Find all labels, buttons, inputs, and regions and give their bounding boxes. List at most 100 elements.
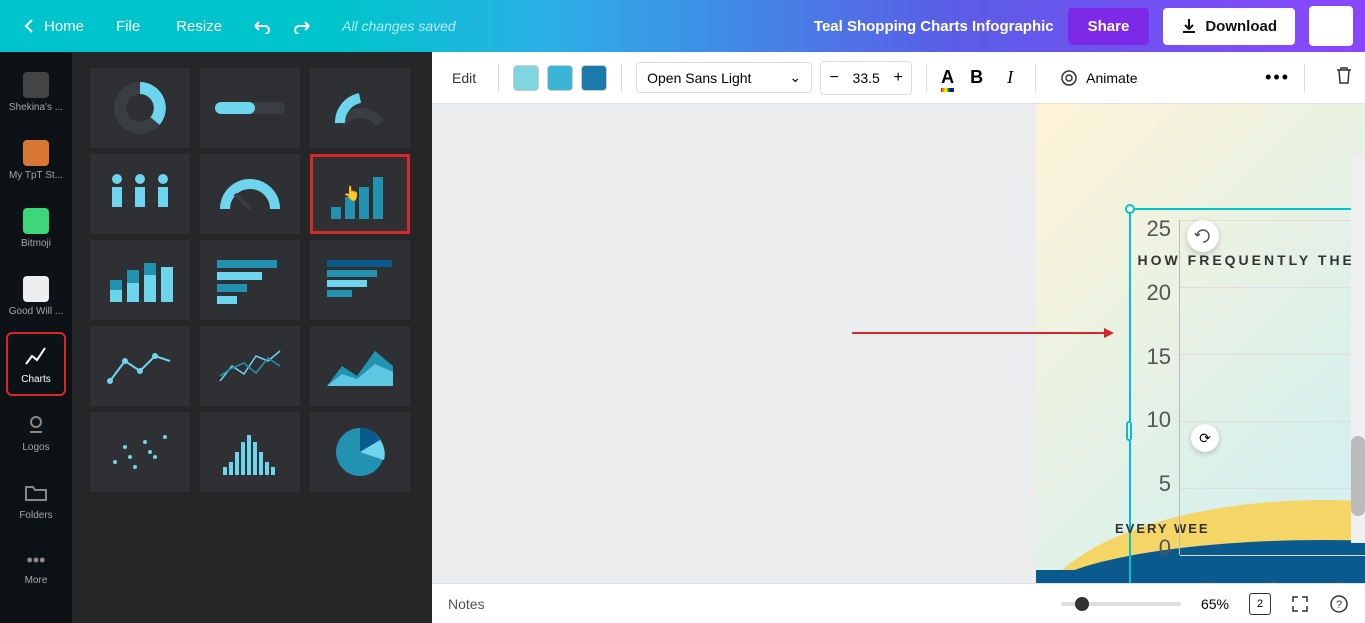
resize-handle[interactable] [1125, 204, 1135, 214]
download-button[interactable]: Download [1163, 8, 1295, 45]
dots-icon: ••• [1317, 15, 1344, 38]
undo-float-button[interactable] [1187, 220, 1219, 252]
cursor-icon: 👆 [343, 185, 360, 202]
bold-button[interactable]: B [962, 63, 991, 92]
hbar2-icon [325, 255, 395, 305]
histogram-icon [215, 427, 285, 477]
chart-template-gauge[interactable] [200, 154, 300, 234]
help-icon[interactable]: ? [1329, 594, 1349, 614]
scrollbar[interactable] [1351, 156, 1365, 543]
donut-icon [110, 78, 170, 138]
stacked-bar-icon [105, 255, 175, 305]
multiline-icon [215, 341, 285, 391]
font-size-group: − + [820, 61, 912, 95]
chart-template-hbar[interactable] [200, 240, 300, 320]
chart-template-people[interactable] [90, 154, 190, 234]
x-labels: Item 1Item 2Item 3Item 4Item 5 [1179, 577, 1365, 583]
more-button[interactable]: ••• [1309, 6, 1353, 46]
document-title[interactable]: Teal Shopping Charts Infographic [814, 18, 1054, 35]
folder-icon [23, 72, 49, 98]
zoom-slider[interactable] [1061, 602, 1181, 606]
elements-panel: 👆 ◀ [72, 52, 432, 623]
logos-icon [23, 412, 49, 438]
y-tick: 5 [1159, 471, 1171, 497]
folder-icon [23, 140, 49, 166]
rail-label: Logos [22, 442, 49, 453]
chart-template-progress[interactable] [200, 68, 300, 148]
animate-icon [1060, 69, 1078, 87]
redo-button[interactable] [292, 15, 314, 37]
line-icon [105, 341, 175, 391]
chart-template-donut[interactable] [90, 68, 190, 148]
rail-item-bitmoji[interactable]: Bitmoji [6, 196, 66, 260]
scroll-thumb[interactable] [1351, 436, 1365, 516]
edit-button[interactable]: Edit [444, 64, 484, 92]
canvas-area[interactable]: HOW FREQUENTLY THEY GO SHOPPING EVERY WE… [432, 104, 1365, 583]
chart-template-scatter[interactable] [90, 412, 190, 492]
rail-item-goodwill[interactable]: Good Will ... [6, 264, 66, 328]
animate-button[interactable]: Animate [1050, 63, 1147, 93]
zoom-thumb[interactable] [1075, 597, 1089, 611]
color-swatch-1[interactable] [513, 65, 539, 91]
chevron-left-icon [22, 18, 38, 34]
size-decrease[interactable]: − [821, 62, 847, 94]
rail-item-folders[interactable]: Folders [6, 468, 66, 532]
color-swatch-3[interactable] [581, 65, 607, 91]
delete-button[interactable] [1335, 65, 1353, 90]
chart-body [1179, 220, 1365, 555]
notes-button[interactable]: Notes [448, 596, 485, 612]
chart-template-hbar2[interactable] [310, 240, 410, 320]
file-menu[interactable]: File [102, 12, 154, 41]
download-icon [1181, 18, 1197, 34]
main-area: Edit Open Sans Light ⌄ − + A B I Animate [432, 52, 1365, 623]
rail-item-tpt[interactable]: My TpT St... [6, 128, 66, 192]
selection-box[interactable]: HOW FREQUENTLY THEY GO SHOPPING EVERY WE… [1129, 208, 1365, 583]
arc-icon [330, 88, 390, 128]
resize-menu[interactable]: Resize [162, 12, 236, 41]
save-status: All changes saved [342, 18, 456, 34]
footer-right: 65% 2 ? [1061, 593, 1349, 615]
chart-template-histogram[interactable] [200, 412, 300, 492]
rail-label: My TpT St... [9, 170, 63, 181]
zoom-label[interactable]: 65% [1201, 596, 1229, 612]
scatter-icon [105, 427, 175, 477]
size-increase[interactable]: + [885, 62, 911, 94]
chart-template-area[interactable] [310, 326, 410, 406]
chart-template-line[interactable] [90, 326, 190, 406]
sync-button[interactable]: ⟳ [1191, 424, 1219, 452]
rail-item-charts[interactable]: Charts [6, 332, 66, 396]
share-button[interactable]: Share [1068, 8, 1150, 45]
trash-icon [1335, 65, 1353, 85]
context-toolbar: Edit Open Sans Light ⌄ − + A B I Animate [432, 52, 1365, 104]
chart-template-arc[interactable] [310, 68, 410, 148]
footer: Notes 65% 2 ? [432, 583, 1365, 623]
chart-template-multiline[interactable] [200, 326, 300, 406]
chart-template-stacked-bar[interactable] [90, 240, 190, 320]
rail-item-logos[interactable]: Logos [6, 400, 66, 464]
dots-icon: ••• [27, 550, 46, 571]
rail-label: Shekina's ... [9, 102, 63, 113]
text-color-button[interactable]: A [941, 67, 954, 88]
chart-template-bar[interactable]: 👆 [310, 154, 410, 234]
rail-label: Charts [21, 374, 50, 385]
font-size-input[interactable] [847, 70, 885, 86]
separator [1035, 64, 1036, 92]
undo-button[interactable] [250, 15, 272, 37]
y-axis: 25 20 15 10 5 0 [1141, 216, 1171, 561]
fullscreen-icon[interactable] [1291, 595, 1309, 613]
page-indicator[interactable]: 2 [1249, 593, 1271, 615]
italic-button[interactable]: I [999, 63, 1021, 92]
rail-item-shekinas[interactable]: Shekina's ... [6, 60, 66, 124]
chevron-down-icon: ⌄ [789, 69, 801, 86]
pie-icon [333, 425, 388, 480]
font-select[interactable]: Open Sans Light ⌄ [636, 62, 812, 93]
charts-icon [23, 344, 49, 370]
home-link[interactable]: Home [12, 12, 94, 41]
hbar-icon [215, 255, 285, 305]
resize-handle[interactable] [1126, 421, 1132, 441]
toolbar-more[interactable]: ••• [1265, 67, 1290, 88]
body: Shekina's ... My TpT St... Bitmoji Good … [0, 52, 1365, 623]
color-swatch-2[interactable] [547, 65, 573, 91]
chart-template-pie[interactable] [310, 412, 410, 492]
rail-item-more[interactable]: ••• More [6, 536, 66, 600]
